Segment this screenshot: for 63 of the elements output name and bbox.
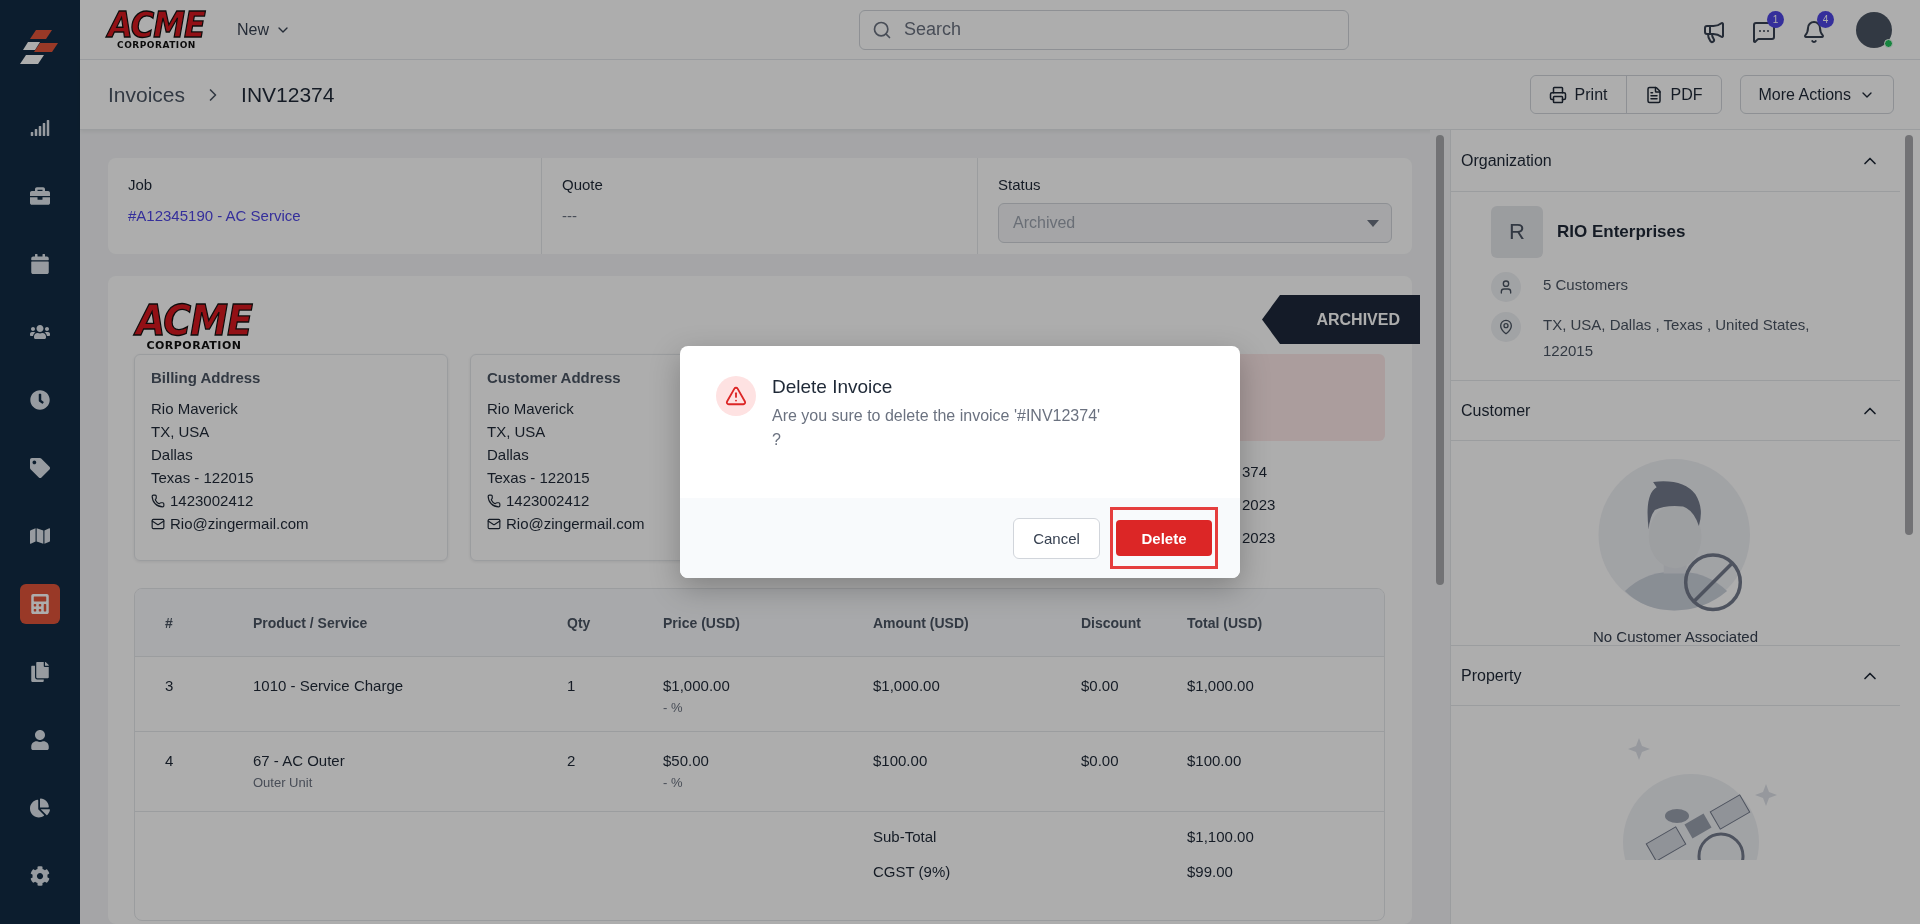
- address-line: TX, USA: [151, 422, 211, 442]
- address-line: TX, USA: [487, 422, 547, 442]
- column-header: Amount (USD): [873, 614, 970, 631]
- table-cell-text: $100.00: [873, 752, 929, 769]
- organization-name: RIO Enterprises: [1557, 222, 1686, 242]
- table-cell-text: 2: [567, 752, 577, 769]
- column-header: Price (USD): [663, 614, 742, 631]
- logo-tagline: CORPORATION: [146, 340, 242, 351]
- total-label: Sub-Total: [873, 828, 938, 845]
- table-cell-text: $1,000.00: [873, 677, 941, 694]
- item-description: Outer Unit: [253, 775, 314, 790]
- count-badge: 1: [1767, 10, 1784, 28]
- address-line: Dallas: [487, 445, 530, 465]
- address-line: Dallas: [151, 445, 194, 465]
- table-cell-text: 3: [165, 677, 175, 694]
- detail-value: 2023: [1242, 529, 1277, 546]
- dialog-message: Are you sure to delete the invoice '#INV12374' ?: [772, 406, 1101, 450]
- table-cell-text: $1,000.00: [1187, 677, 1255, 694]
- total-value: $99.00: [1187, 863, 1234, 880]
- total-label: CGST (9%): [873, 863, 952, 880]
- count-badge: 4: [1817, 10, 1834, 28]
- empty-state-text: No Customer Associated: [1592, 628, 1759, 645]
- table-cell-text: $50.00: [663, 752, 710, 769]
- table-cell-text: 1: [567, 677, 577, 694]
- address-line: Texas - 122015: [487, 468, 591, 488]
- breadcrumb-current: INV12374: [241, 82, 335, 107]
- address-title: Customer Address: [487, 369, 622, 386]
- detail-value: 2023: [1242, 496, 1277, 513]
- organization-initial: R: [1491, 206, 1543, 258]
- address-line: Texas - 122015: [151, 468, 255, 488]
- detail-value: 374: [1242, 463, 1269, 480]
- table-cell-text: $100.00: [1187, 752, 1243, 769]
- column-header: Qty: [567, 614, 592, 631]
- status-ribbon: ARCHIVED: [1262, 295, 1420, 344]
- table-cell-text: 4: [165, 752, 175, 769]
- address-title: Billing Address: [151, 369, 262, 386]
- section-title: Property: [1461, 666, 1522, 685]
- table-cell-text: $0.00: [1081, 677, 1120, 694]
- total-value: $1,100.00: [1187, 828, 1255, 845]
- table-cell-text: 67 - AC Outer: [253, 752, 346, 769]
- organization-address: TX, USA, Dallas , Texas , United States, 122015: [1543, 315, 1811, 361]
- discount-note: - %: [663, 775, 684, 790]
- discount-note: - %: [663, 700, 684, 715]
- dialog-title: Delete Invoice: [772, 376, 894, 398]
- phone-text: 1423002412: [151, 491, 431, 511]
- column-header: Product / Service: [253, 614, 369, 631]
- column-header: Discount: [1081, 614, 1142, 631]
- section-title: Customer: [1461, 401, 1531, 420]
- table-cell-text: $1,000.00: [663, 677, 731, 694]
- section-title: Organization: [1461, 151, 1552, 170]
- address-line: Rio Maverick: [151, 399, 239, 419]
- customer-count: 5 Customers: [1543, 275, 1630, 295]
- column-header: Total (USD): [1187, 614, 1264, 631]
- logo-tagline: CORPORATION: [117, 41, 196, 50]
- field-label: Status: [998, 176, 1042, 193]
- address-line: Rio Maverick: [487, 399, 575, 419]
- table-cell-text: $0.00: [1081, 752, 1120, 769]
- email-text: Rio@zingermail.com: [151, 514, 431, 534]
- field-label: Job: [128, 176, 154, 193]
- table-cell-text: 1010 - Service Charge: [253, 677, 405, 694]
- column-header: #: [165, 614, 174, 631]
- field-label: Quote: [562, 176, 604, 193]
- field-value: ---: [562, 207, 578, 224]
